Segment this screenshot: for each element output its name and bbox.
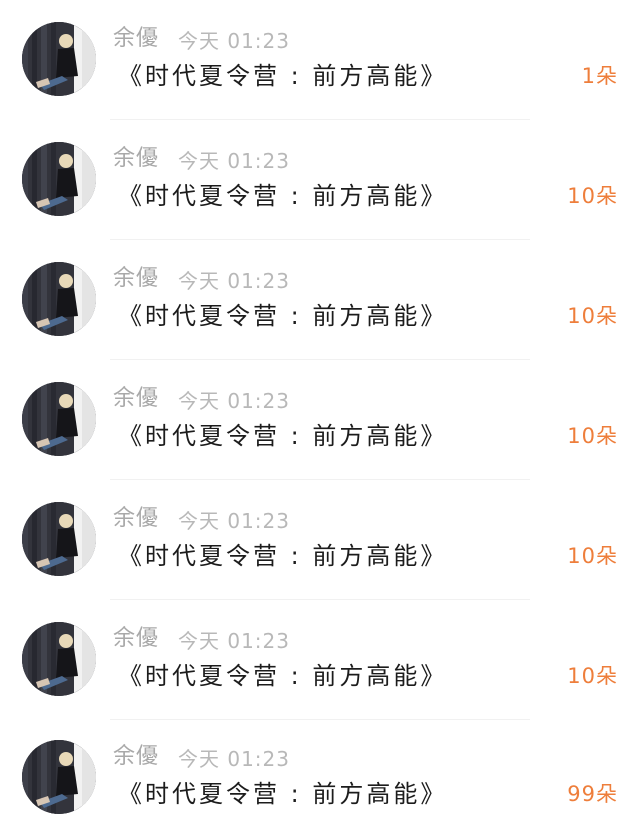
sender-name: 余優: [113, 744, 160, 769]
gift-record-item[interactable]: 余優 今天 01:23 《时代夏令营 : 前方高能》 10朵: [0, 360, 640, 480]
gift-record-item[interactable]: 余優 今天 01:23 《时代夏令营 : 前方高能》 10朵: [0, 240, 640, 360]
sender-name: 余優: [113, 386, 160, 411]
flower-count: 99朵: [567, 782, 618, 806]
gift-record-item[interactable]: 余優 今天 01:23 《时代夏令营 : 前方高能》 10朵: [0, 480, 640, 600]
gift-record-list: 余優 今天 01:23 《时代夏令营 : 前方高能》 1朵 余優 今天 01:2…: [0, 0, 640, 838]
send-time: 今天 01:23: [178, 747, 290, 771]
avatar-photo-icon: [22, 142, 96, 216]
gift-record-item[interactable]: 余優 今天 01:23 《时代夏令营 : 前方高能》 10朵: [0, 600, 640, 720]
avatar-photo-icon: [22, 382, 96, 456]
program-title: 《时代夏令营 : 前方高能》: [118, 780, 448, 808]
program-title: 《时代夏令营 : 前方高能》: [118, 662, 448, 690]
sender-name: 余優: [113, 266, 160, 291]
send-time: 今天 01:23: [178, 389, 290, 413]
user-avatar[interactable]: [22, 622, 96, 696]
send-time: 今天 01:23: [178, 629, 290, 653]
user-avatar[interactable]: [22, 740, 96, 814]
program-title: 《时代夏令营 : 前方高能》: [118, 302, 448, 330]
sender-name: 余優: [113, 626, 160, 651]
flower-count: 10朵: [567, 544, 618, 568]
gift-record-item[interactable]: 余優 今天 01:23 《时代夏令营 : 前方高能》 1朵: [0, 0, 640, 120]
program-title: 《时代夏令营 : 前方高能》: [118, 182, 448, 210]
sender-name: 余優: [113, 146, 160, 171]
program-title: 《时代夏令营 : 前方高能》: [118, 542, 448, 570]
program-title: 《时代夏令营 : 前方高能》: [118, 62, 448, 90]
sender-name: 余優: [113, 26, 160, 51]
flower-count: 10朵: [567, 184, 618, 208]
avatar-photo-icon: [22, 262, 96, 336]
gift-record-item[interactable]: 余優 今天 01:23 《时代夏令营 : 前方高能》 10朵: [0, 120, 640, 240]
user-avatar[interactable]: [22, 22, 96, 96]
avatar-photo-icon: [22, 22, 96, 96]
send-time: 今天 01:23: [178, 509, 290, 533]
program-title: 《时代夏令营 : 前方高能》: [118, 422, 448, 450]
flower-count: 10朵: [567, 424, 618, 448]
send-time: 今天 01:23: [178, 29, 290, 53]
avatar-photo-icon: [22, 622, 96, 696]
user-avatar[interactable]: [22, 142, 96, 216]
avatar-photo-icon: [22, 740, 96, 814]
sender-name: 余優: [113, 506, 160, 531]
send-time: 今天 01:23: [178, 149, 290, 173]
flower-count: 10朵: [567, 304, 618, 328]
flower-count: 10朵: [567, 664, 618, 688]
user-avatar[interactable]: [22, 502, 96, 576]
user-avatar[interactable]: [22, 382, 96, 456]
avatar-photo-icon: [22, 502, 96, 576]
user-avatar[interactable]: [22, 262, 96, 336]
send-time: 今天 01:23: [178, 269, 290, 293]
flower-count: 1朵: [581, 64, 618, 88]
gift-record-item[interactable]: 余優 今天 01:23 《时代夏令营 : 前方高能》 99朵: [0, 718, 640, 838]
